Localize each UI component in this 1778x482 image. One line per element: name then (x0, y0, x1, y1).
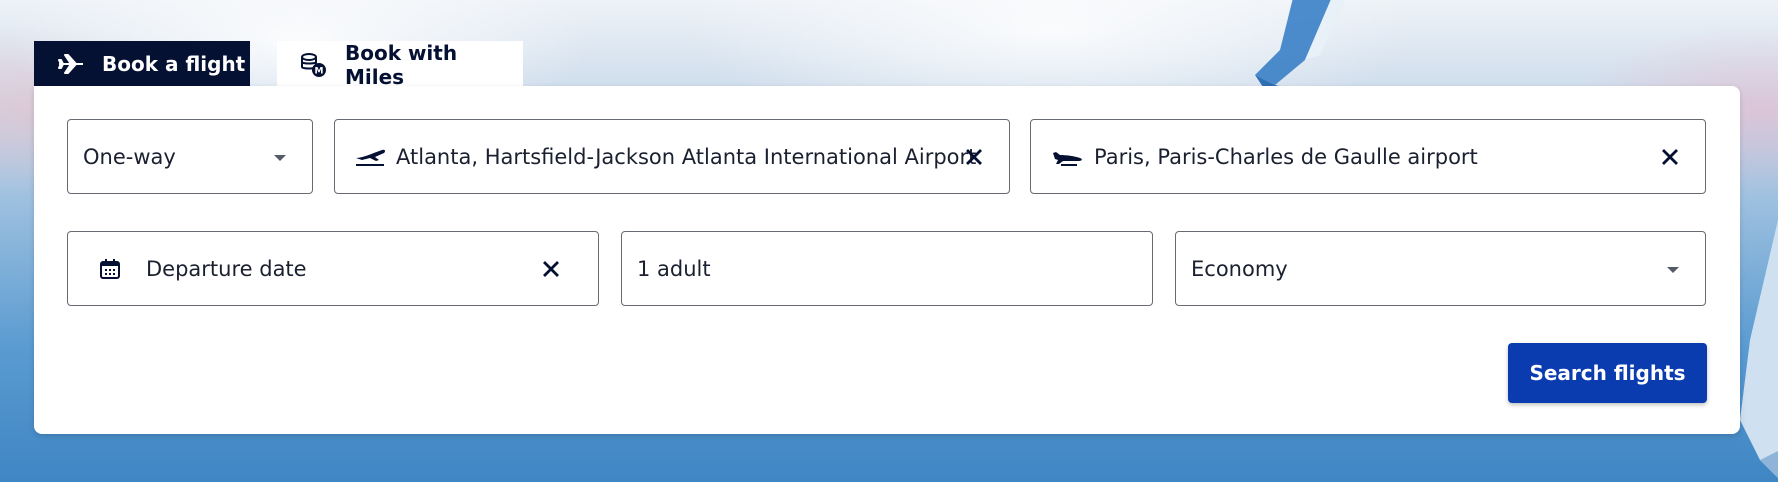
chevron-down-icon (274, 155, 286, 161)
plane-takeoff-icon (353, 146, 387, 168)
clear-destination-icon[interactable] (1655, 142, 1685, 172)
tab-label: Book a flight (102, 51, 246, 76)
calendar-icon (98, 257, 122, 281)
tab-book-flight[interactable]: Book a flight (34, 41, 250, 86)
destination-value: Paris, Paris-Charles de Gaulle airport (1094, 144, 1478, 169)
chevron-down-icon (1667, 267, 1679, 273)
plane-icon (56, 51, 86, 77)
flight-search-form: One-way Atlanta, Hartsfield-Jackson Atla… (34, 86, 1740, 434)
cabin-class-value: Economy (1191, 256, 1288, 281)
plane-landing-icon (1051, 146, 1085, 168)
passengers-value: 1 adult (637, 256, 711, 281)
tab-book-with-miles[interactable]: M Book with Miles (277, 40, 523, 89)
departure-date-input[interactable]: Departure date (67, 231, 599, 306)
passengers-input[interactable]: 1 adult (621, 231, 1153, 306)
origin-input[interactable]: Atlanta, Hartsfield-Jackson Atlanta Inte… (334, 119, 1010, 194)
clear-origin-icon[interactable] (959, 142, 989, 172)
search-flights-button[interactable]: Search flights (1508, 343, 1707, 403)
departure-date-placeholder: Departure date (146, 256, 307, 281)
svg-text:M: M (315, 66, 324, 76)
airplane-wing-image (1255, 0, 1346, 90)
trip-type-select[interactable]: One-way (67, 119, 313, 194)
clear-date-icon[interactable] (536, 254, 566, 284)
trip-type-value: One-way (83, 144, 176, 169)
tab-label: Book with Miles (344, 40, 458, 89)
origin-value: Atlanta, Hartsfield-Jackson Atlanta Inte… (396, 144, 977, 169)
destination-input[interactable]: Paris, Paris-Charles de Gaulle airport (1030, 119, 1706, 194)
cabin-class-select[interactable]: Economy (1175, 231, 1706, 306)
miles-coins-icon: M (299, 52, 329, 78)
